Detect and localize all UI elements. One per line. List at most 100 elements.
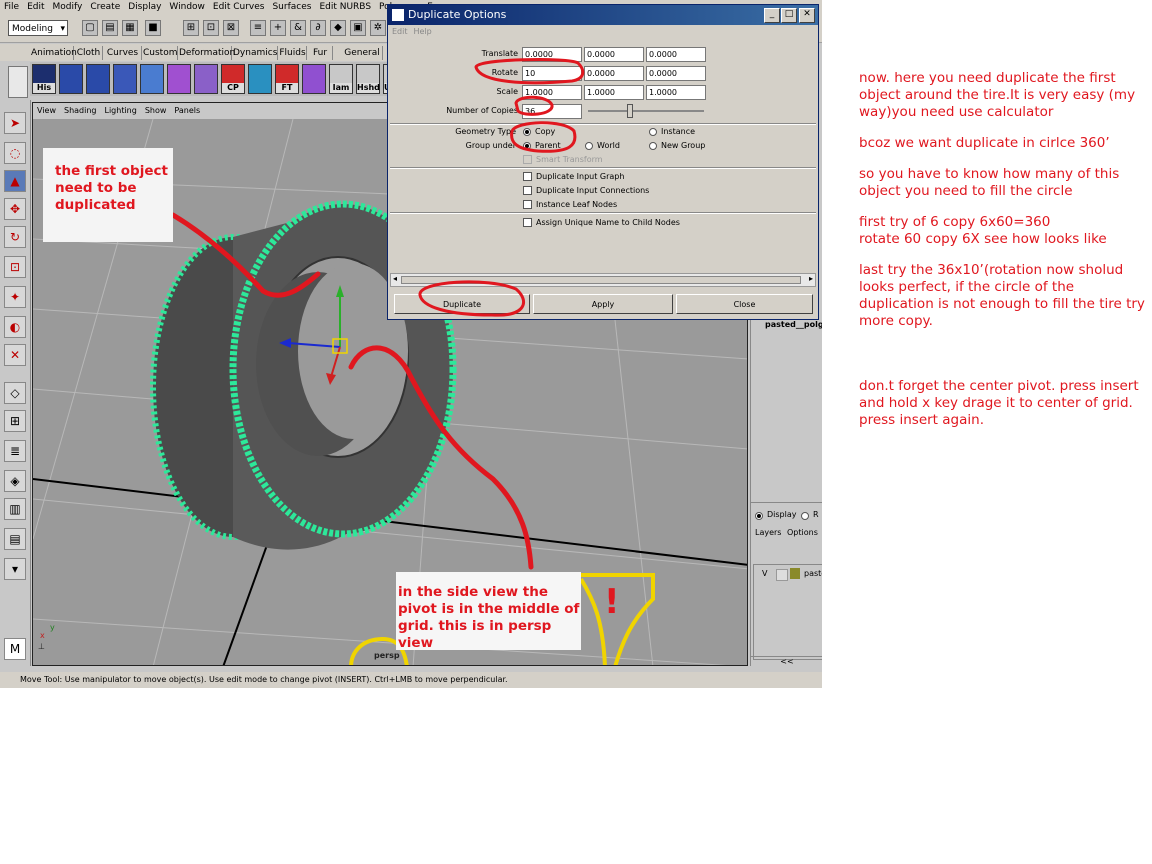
shelf-ft-icon[interactable]: FT [275, 64, 299, 94]
shelf-menu-icon[interactable] [8, 66, 28, 98]
layer-editor-header: Display R Layers Options [751, 502, 822, 539]
shelf-split-icon[interactable] [140, 64, 164, 94]
tab-custom[interactable]: Custom [143, 46, 178, 60]
tab-animation[interactable]: Animation [31, 46, 77, 60]
layer-color[interactable] [790, 568, 800, 579]
menu-display[interactable]: Display [124, 0, 165, 12]
options-menu[interactable]: Options [787, 528, 818, 537]
channel-box-panel: pasted__polg Display R Layers Options V … [750, 320, 822, 666]
four-pane-layout-icon[interactable]: ⊞ [4, 410, 26, 432]
new-scene-icon[interactable]: ▢ [82, 20, 98, 36]
shelf-smooth-icon[interactable] [167, 64, 191, 94]
tab-curves[interactable]: Curves [104, 46, 142, 60]
select-object-icon[interactable]: ⊡ [203, 20, 219, 36]
menu-file[interactable]: File [0, 0, 23, 12]
viewport-menu-panels[interactable]: Panels [170, 103, 204, 115]
object-name[interactable]: pasted__polg [765, 320, 822, 329]
tab-fur[interactable]: Fur [308, 46, 333, 60]
shelf-iam-icon[interactable]: Iam [329, 64, 353, 94]
shelf: His CP FT Iam Hshd U [30, 62, 391, 96]
save-scene-icon[interactable]: ▦ [122, 20, 138, 36]
menu-surfaces[interactable]: Surfaces [268, 0, 315, 12]
snap-grid-icon[interactable]: + [270, 20, 286, 36]
shelf-hshd-icon[interactable]: Hshd [356, 64, 380, 94]
show-manip-icon[interactable]: ✕ [4, 344, 26, 366]
universal-manip-icon[interactable]: ✦ [4, 286, 26, 308]
tab-cloth[interactable]: Cloth [75, 46, 103, 60]
menu-edit[interactable]: Edit [23, 0, 48, 12]
tutorial-notes: now. here you need duplicate the first o… [859, 70, 1152, 443]
shelf-plane-icon[interactable] [113, 64, 137, 94]
mask-icon[interactable]: ≡ [250, 20, 266, 36]
axis-y-label: y [50, 623, 55, 632]
tab-general[interactable]: General [342, 46, 383, 60]
move-tool-icon[interactable]: ✥ [4, 198, 26, 220]
menu-window[interactable]: Window [165, 0, 209, 12]
viewport-menu-view[interactable]: View [33, 103, 60, 115]
history-icon[interactable]: ✲ [370, 20, 386, 36]
shelf-extrude-icon[interactable] [302, 64, 326, 94]
open-scene-icon[interactable]: ▤ [102, 20, 118, 36]
axis-x-label: x [40, 631, 45, 640]
layer-template[interactable] [776, 569, 788, 581]
snap-view-icon[interactable]: ◆ [330, 20, 346, 36]
snap-point-icon[interactable]: ∂ [310, 20, 326, 36]
first-object-note: the first object need to be duplicated [43, 148, 173, 242]
viewport-menu-lighting[interactable]: Lighting [100, 103, 140, 115]
layer-name[interactable]: paste [804, 569, 822, 578]
layer-visibility[interactable]: V [762, 569, 767, 578]
layers-menu[interactable]: Layers [755, 528, 781, 537]
camera-label: persp [374, 651, 400, 660]
persp-graph-layout-icon[interactable]: ▤ [4, 528, 26, 550]
dialog-red-highlights [418, 58, 585, 317]
paint-select-tool-icon[interactable]: ▲ [4, 170, 26, 192]
save-icon[interactable]: ■ [145, 20, 161, 36]
single-pane-layout-icon[interactable]: ◇ [4, 382, 26, 404]
shelf-tabs: Animation Cloth Curves Custom Deformatio… [0, 44, 390, 61]
shelf-ft-label: FT [276, 83, 298, 93]
snap-curve-icon[interactable]: & [290, 20, 306, 36]
rotate-tool-icon[interactable]: ↻ [4, 226, 26, 248]
select-component-icon[interactable]: ⊠ [223, 20, 239, 36]
select-hierarchy-icon[interactable]: ⊞ [183, 20, 199, 36]
scale-tool-icon[interactable]: ⊡ [4, 256, 26, 278]
shelf-subdiv-icon[interactable] [194, 64, 218, 94]
mode-select[interactable]: Modeling ▾ [8, 20, 68, 36]
note-paragraph: so you have to know how many of this obj… [859, 166, 1120, 199]
tab-fluids[interactable]: Fluids [279, 46, 307, 60]
outliner-layout-icon[interactable]: ≣ [4, 440, 26, 462]
duplicate-options-dialog: Duplicate Options _ □ ✕ Edit Help Transla… [387, 4, 819, 320]
shelf-cp-icon[interactable]: CP [221, 64, 245, 94]
layer-row[interactable]: V paste [756, 567, 822, 581]
tab-dynamics[interactable]: Dynamics [233, 46, 278, 60]
make-live-icon[interactable]: ▣ [350, 20, 366, 36]
menu-edit-nurbs[interactable]: Edit NURBS [315, 0, 375, 12]
shelf-cube-icon[interactable] [59, 64, 83, 94]
display-radio[interactable] [755, 512, 763, 520]
note-paragraph: last try the 36x10’(rotation now sholud … [859, 262, 1145, 329]
soft-mod-icon[interactable]: ◐ [4, 316, 26, 338]
menu-create[interactable]: Create [86, 0, 124, 12]
shelf-cp-label: CP [222, 83, 244, 93]
lasso-tool-icon[interactable]: ◌ [4, 142, 26, 164]
select-tool-icon[interactable]: ➤ [4, 112, 26, 134]
hypershade-layout-icon[interactable]: ◈ [4, 470, 26, 492]
shelf-cube2-icon[interactable] [86, 64, 110, 94]
layout-menu-icon[interactable]: ▾ [4, 558, 26, 580]
help-line-text: Move Tool: Use manipulator to move objec… [20, 675, 508, 684]
render-radio[interactable] [801, 512, 809, 520]
shelf-his-icon[interactable]: His [32, 64, 56, 94]
maya-logo-icon: M [4, 638, 26, 660]
menu-edit-curves[interactable]: Edit Curves [209, 0, 269, 12]
viewport-menu-show[interactable]: Show [141, 103, 171, 115]
toolbox: ➤ ◌ ▲ ✥ ↻ ⊡ ✦ ◐ ✕ ◇ ⊞ ≣ ◈ ▥ ▤ ▾ M [0, 100, 31, 666]
collapse-button[interactable]: << [751, 656, 822, 667]
viewport-menu-shading[interactable]: Shading [60, 103, 101, 115]
mode-select-value: Modeling [12, 24, 53, 34]
note-paragraph: now. here you need duplicate the first o… [859, 70, 1136, 120]
shelf-sphere-icon[interactable] [248, 64, 272, 94]
tab-deformation[interactable]: Deformation [179, 46, 235, 60]
note-paragraph: bcoz we want duplicate in cirlce 360’ [859, 135, 1110, 151]
graph-layout-icon[interactable]: ▥ [4, 498, 26, 520]
menu-modify[interactable]: Modify [49, 0, 87, 12]
